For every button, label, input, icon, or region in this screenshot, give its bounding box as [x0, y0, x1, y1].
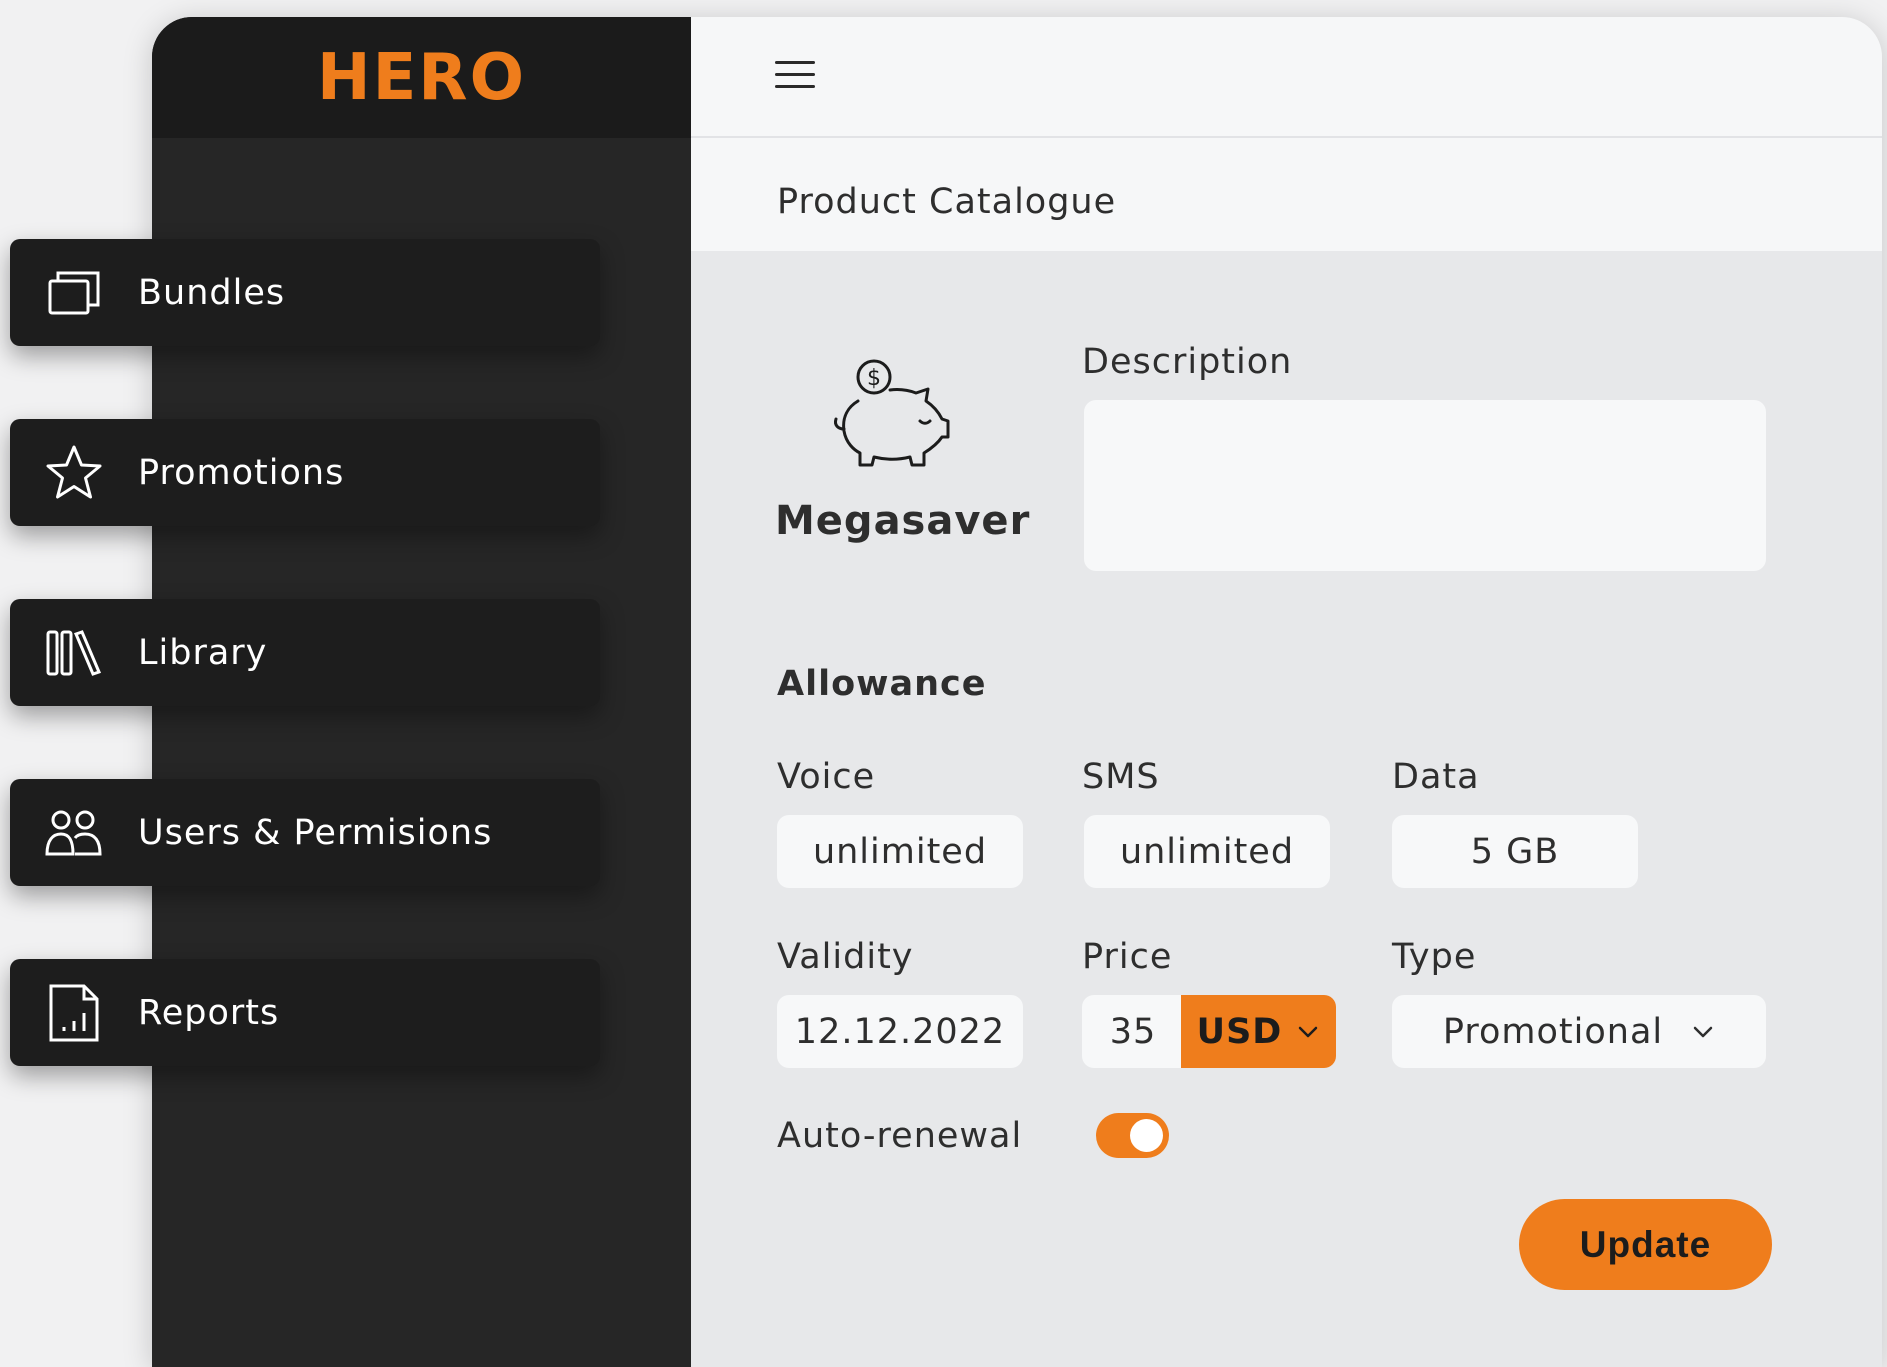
voice-label: Voice — [777, 757, 876, 797]
type-label: Type — [1392, 937, 1477, 977]
page-title: Product Catalogue — [777, 182, 1117, 222]
sidebar-item-promotions[interactable]: Promotions — [10, 419, 600, 526]
star-icon — [44, 443, 104, 503]
validity-label: Validity — [777, 937, 914, 977]
chevron-down-icon — [1693, 1026, 1713, 1037]
type-select[interactable]: Promotional — [1392, 995, 1766, 1068]
hamburger-menu-icon[interactable] — [775, 61, 815, 93]
type-value: Promotional — [1442, 1011, 1664, 1052]
sidebar-item-label: Users & Permisions — [138, 812, 493, 853]
toggle-knob — [1130, 1119, 1163, 1152]
chevron-down-icon — [1299, 1026, 1318, 1037]
sidebar-header: HERO — [152, 17, 691, 138]
sms-label: SMS — [1082, 757, 1160, 797]
auto-renewal-label: Auto-renewal — [777, 1116, 1023, 1156]
page-header: Product Catalogue — [691, 138, 1882, 251]
data-field[interactable]: 5 GB — [1392, 815, 1638, 888]
piggy-bank-icon: $ — [830, 355, 960, 470]
validity-field[interactable]: 12.12.2022 — [777, 995, 1023, 1068]
voice-field[interactable]: unlimited — [777, 815, 1023, 888]
sidebar-item-label: Reports — [138, 992, 280, 1033]
sidebar-item-users-permissions[interactable]: Users & Permisions — [10, 779, 600, 886]
report-icon — [44, 983, 104, 1043]
app-logo: HERO — [317, 40, 526, 115]
sms-field[interactable]: unlimited — [1084, 815, 1330, 888]
library-icon — [44, 623, 104, 683]
update-button[interactable]: Update — [1519, 1199, 1772, 1290]
allowance-title: Allowance — [777, 664, 987, 704]
currency-select[interactable]: USD — [1181, 995, 1336, 1068]
sidebar-item-reports[interactable]: Reports — [10, 959, 600, 1066]
sidebar-item-library[interactable]: Library — [10, 599, 600, 706]
sidebar-item-label: Bundles — [138, 272, 286, 313]
sidebar-item-label: Library — [138, 632, 268, 673]
sidebar-item-bundles[interactable]: Bundles — [10, 239, 600, 346]
description-field[interactable] — [1084, 400, 1766, 571]
price-label: Price — [1082, 937, 1173, 977]
bundles-icon — [44, 263, 104, 323]
sidebar-item-label: Promotions — [138, 452, 345, 493]
svg-text:$: $ — [867, 366, 881, 391]
top-bar — [691, 17, 1882, 138]
data-label: Data — [1392, 757, 1480, 797]
description-label: Description — [1082, 342, 1293, 382]
auto-renewal-toggle[interactable] — [1096, 1113, 1169, 1158]
product-name: Megasaver — [775, 498, 1031, 544]
users-icon — [44, 803, 104, 863]
currency-value: USD — [1196, 1011, 1283, 1052]
price-field[interactable]: 35 — [1082, 995, 1184, 1068]
